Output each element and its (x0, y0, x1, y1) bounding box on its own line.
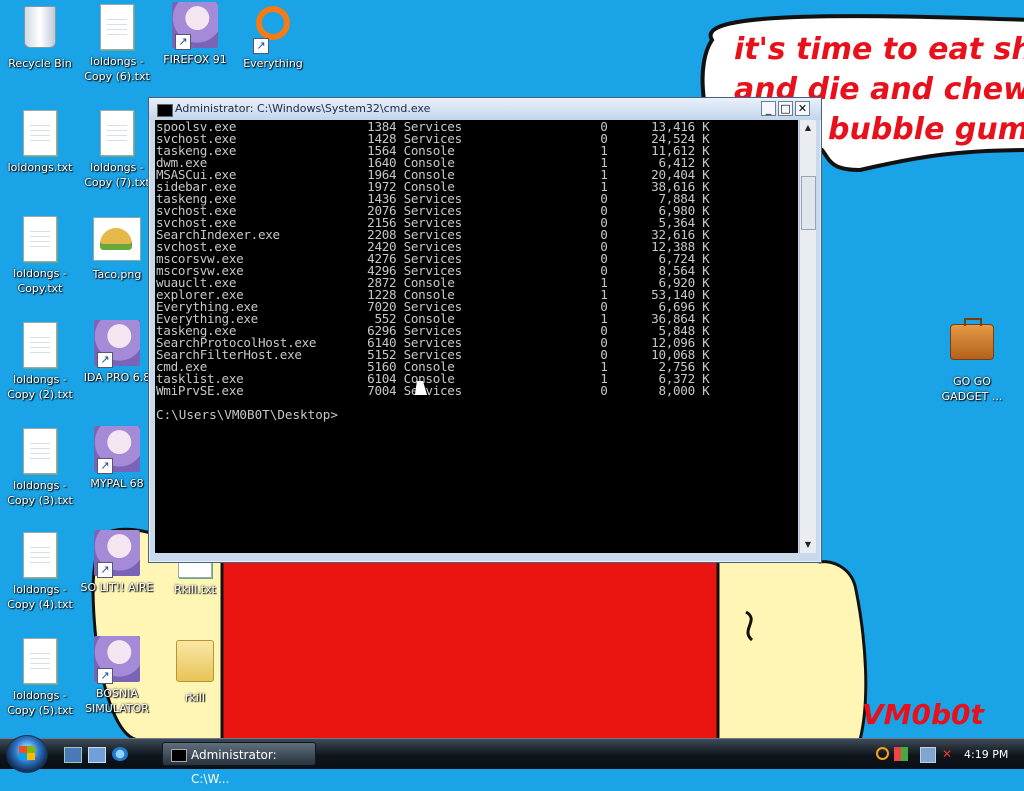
minimize-button[interactable]: _ (761, 101, 776, 116)
internet-explorer-icon[interactable] (112, 747, 128, 761)
shortcut-arrow-icon: ↗ (97, 352, 113, 368)
mouse-pointer-icon (415, 381, 429, 395)
red-shape (222, 552, 718, 740)
desktop-icon-label: GO GO GADGET ... (941, 375, 1003, 403)
window-title: Administrator: C:\Windows\System32\cmd.e… (175, 102, 431, 115)
command-prompt[interactable]: C:\Users\VM0B0T\Desktop> (156, 407, 338, 422)
close-button[interactable]: ✕ (795, 101, 810, 116)
clock[interactable]: 4:19 PM (964, 743, 1008, 767)
show-desktop-icon[interactable] (64, 747, 82, 763)
taco-image-icon (93, 217, 141, 261)
desktop-icon-loldongs-copy-7[interactable]: loldongs - Copy (7).txt (77, 108, 157, 190)
desktop-icon-label: loldongs - Copy (3).txt (7, 479, 73, 507)
cmd-icon (171, 749, 187, 762)
desktop-icon-loldongs-copy[interactable]: loldongs - Copy.txt (0, 214, 80, 296)
desktop-icon-mypal[interactable]: ↗ MYPAL 68 (77, 426, 157, 491)
text-file-icon (23, 638, 57, 684)
network-icon[interactable] (920, 747, 936, 763)
desktop-icon-label: IDA PRO 6.8 (83, 371, 151, 384)
desktop-icon-loldongs-copy-5[interactable]: loldongs - Copy (5).txt (0, 636, 80, 718)
shortcut-arrow-icon: ↗ (97, 668, 113, 684)
security-shield-icon[interactable] (894, 747, 908, 761)
desktop-icon-label: Taco.png (92, 268, 142, 281)
desktop-icon-label: Everything (243, 57, 303, 70)
process-list-output: spoolsv.exe 1384 Services 0 13,416 K svc… (156, 120, 710, 398)
scroll-down-arrow-icon[interactable]: ▼ (800, 537, 816, 553)
desktop-icon-loldongs-copy-6[interactable]: loldongs - Copy (6).txt (77, 2, 157, 84)
windows-logo-icon (19, 746, 35, 760)
desktop-icon-loldongs-copy-2[interactable]: loldongs - Copy (2).txt (0, 320, 80, 402)
text-file-icon (23, 322, 57, 368)
vertical-scrollbar[interactable]: ▲ ▼ (799, 120, 816, 553)
folder-icon (176, 640, 214, 682)
volume-muted-icon[interactable]: ✕ (940, 747, 954, 761)
desktop-icon-ida-pro[interactable]: ↗ IDA PRO 6.8 (77, 320, 157, 385)
desktop-icon-label: SO LIT!! AIRE (80, 581, 154, 594)
taskbar: Administrator: C:\W... ✕ 4:19 PM (0, 735, 1024, 786)
taskbar-button-cmd[interactable]: Administrator: C:\W... (162, 742, 316, 786)
start-button[interactable] (6, 735, 48, 773)
desktop-icon-label: loldongs - Copy (6).txt (84, 55, 150, 83)
system-tray: ✕ 4:19 PM (868, 743, 1024, 767)
console-output[interactable]: spoolsv.exe 1384 Services 0 13,416 K svc… (155, 120, 798, 553)
desktop-icon-label: loldongs - Copy (2).txt (7, 373, 73, 401)
desktop-icon-firefox[interactable]: ↗ FIREFOX 91 (155, 2, 235, 67)
cmd-window[interactable]: Administrator: C:\Windows\System32\cmd.e… (148, 97, 822, 563)
desktop-icon-loldongs-txt[interactable]: loldongs.txt (0, 108, 80, 175)
desktop-icon-label: Recycle Bin (8, 57, 72, 70)
desktop-icon-label: loldongs - Copy (7).txt (84, 161, 150, 189)
desktop-icon-label: Rkill.txt (174, 583, 216, 596)
recycle-bin-icon (24, 6, 56, 48)
text-file-icon (100, 110, 134, 156)
scroll-up-arrow-icon[interactable]: ▲ (800, 120, 816, 136)
text-file-icon (23, 532, 57, 578)
taskbar-button-label: Administrator: C:\W... (191, 748, 277, 786)
window-titlebar[interactable]: Administrator: C:\Windows\System32\cmd.e… (149, 98, 821, 120)
wallpaper-signature: VM0b0t (862, 698, 984, 731)
desktop-icon-rkill-folder[interactable]: rkill (155, 636, 235, 705)
text-file-icon (100, 4, 134, 50)
desktop-icon-label: loldongs - Copy (5).txt (7, 689, 73, 717)
text-file-icon (23, 110, 57, 156)
desktop-icon-label: loldongs - Copy.txt (13, 267, 67, 295)
cmd-icon (157, 104, 173, 117)
maximize-button[interactable]: □ (778, 101, 793, 116)
shortcut-arrow-icon: ↗ (97, 562, 113, 578)
desktop-icon-recycle-bin[interactable]: Recycle Bin (0, 2, 80, 71)
shortcut-arrow-icon: ↗ (253, 38, 269, 54)
text-file-icon (23, 216, 57, 262)
desktop-icon-label: FIREFOX 91 (163, 53, 227, 66)
desktop-icon-everything[interactable]: ↗ Everything (233, 2, 313, 71)
switch-windows-icon[interactable] (88, 747, 106, 763)
desktop-icon-label: MYPAL 68 (90, 477, 144, 490)
desktop-icon-label: loldongs - Copy (4).txt (7, 583, 73, 611)
desktop-icon-label: BOSNIA SIMULATOR (85, 687, 149, 715)
search-icon[interactable] (876, 747, 889, 760)
desktop-icon-label: rkill (184, 691, 206, 704)
desktop-icon-so-lit-aire[interactable]: ↗ SO LIT!! AIRE (77, 530, 157, 595)
scroll-thumb[interactable] (801, 176, 816, 230)
desktop-icon-taco-png[interactable]: Taco.png (77, 214, 157, 282)
briefcase-icon (950, 318, 994, 360)
desktop-icon-go-go-gadget[interactable]: GO GO GADGET ... (932, 316, 1012, 404)
text-file-icon (23, 428, 57, 474)
desktop-icon-bosnia-simulator[interactable]: ↗ BOSNIA SIMULATOR (77, 636, 157, 716)
shortcut-arrow-icon: ↗ (97, 458, 113, 474)
shortcut-arrow-icon: ↗ (175, 34, 191, 50)
everything-search-icon (256, 6, 290, 40)
desktop-icon-label: loldongs.txt (7, 161, 73, 174)
desktop-icon-loldongs-copy-3[interactable]: loldongs - Copy (3).txt (0, 426, 80, 508)
desktop-icon-loldongs-copy-4[interactable]: loldongs - Copy (4).txt (0, 530, 80, 612)
